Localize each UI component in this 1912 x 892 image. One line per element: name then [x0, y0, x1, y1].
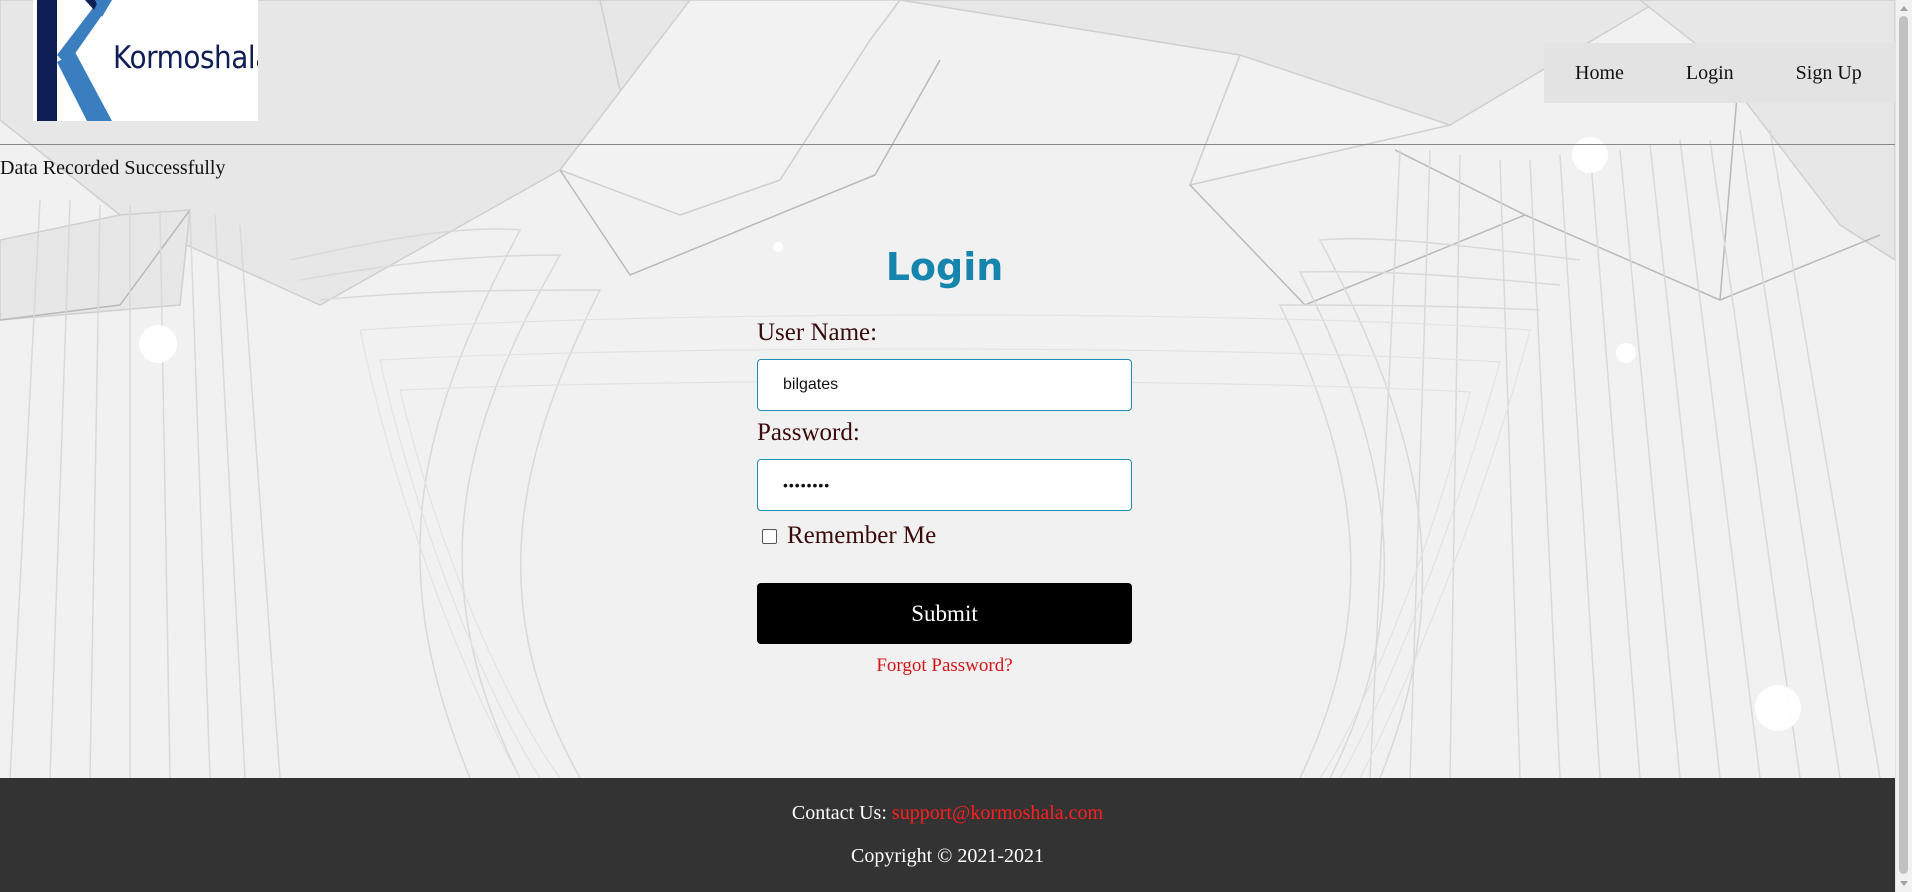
forgot-password-link[interactable]: Forgot Password? [757, 655, 1132, 677]
logo-k-icon [37, 0, 112, 121]
remember-me-label: Remember Me [787, 522, 937, 549]
logo[interactable]: Kormoshala [33, 0, 258, 121]
scrollbar-thumb[interactable] [1899, 16, 1908, 874]
header-divider [0, 144, 1895, 145]
nav-login-link[interactable]: Login [1686, 62, 1734, 85]
contact-line: Contact Us: support@kormoshala.com [0, 802, 1895, 825]
nav-signup-link[interactable]: Sign Up [1796, 62, 1862, 85]
username-input[interactable] [757, 359, 1132, 411]
vertical-scrollbar[interactable] [1895, 0, 1912, 892]
flash-message: Data Recorded Successfully [0, 157, 226, 179]
contact-label: Contact Us: [791, 802, 887, 824]
password-label: Password: [757, 419, 860, 446]
copyright-text: Copyright © 2021-2021 [851, 845, 1044, 867]
footer: Contact Us: support@kormoshala.com Copyr… [0, 778, 1895, 892]
page: Kormoshala Home Login Sign Up Data Recor… [0, 0, 1895, 892]
scroll-up-arrow-icon[interactable] [1900, 6, 1908, 11]
scroll-down-arrow-icon[interactable] [1900, 881, 1908, 886]
logo-text: Kormoshala [113, 40, 258, 76]
top-nav: Home Login Sign Up [1544, 43, 1895, 103]
submit-button[interactable]: Submit [757, 583, 1132, 644]
nav-home-link[interactable]: Home [1575, 62, 1624, 85]
contact-email-link[interactable]: support@kormoshala.com [892, 802, 1103, 824]
remember-me[interactable]: Remember Me [762, 522, 936, 550]
login-title: Login [885, 245, 1004, 289]
remember-me-checkbox[interactable] [762, 528, 777, 544]
username-label: User Name: [757, 319, 878, 346]
password-input[interactable] [757, 459, 1132, 511]
